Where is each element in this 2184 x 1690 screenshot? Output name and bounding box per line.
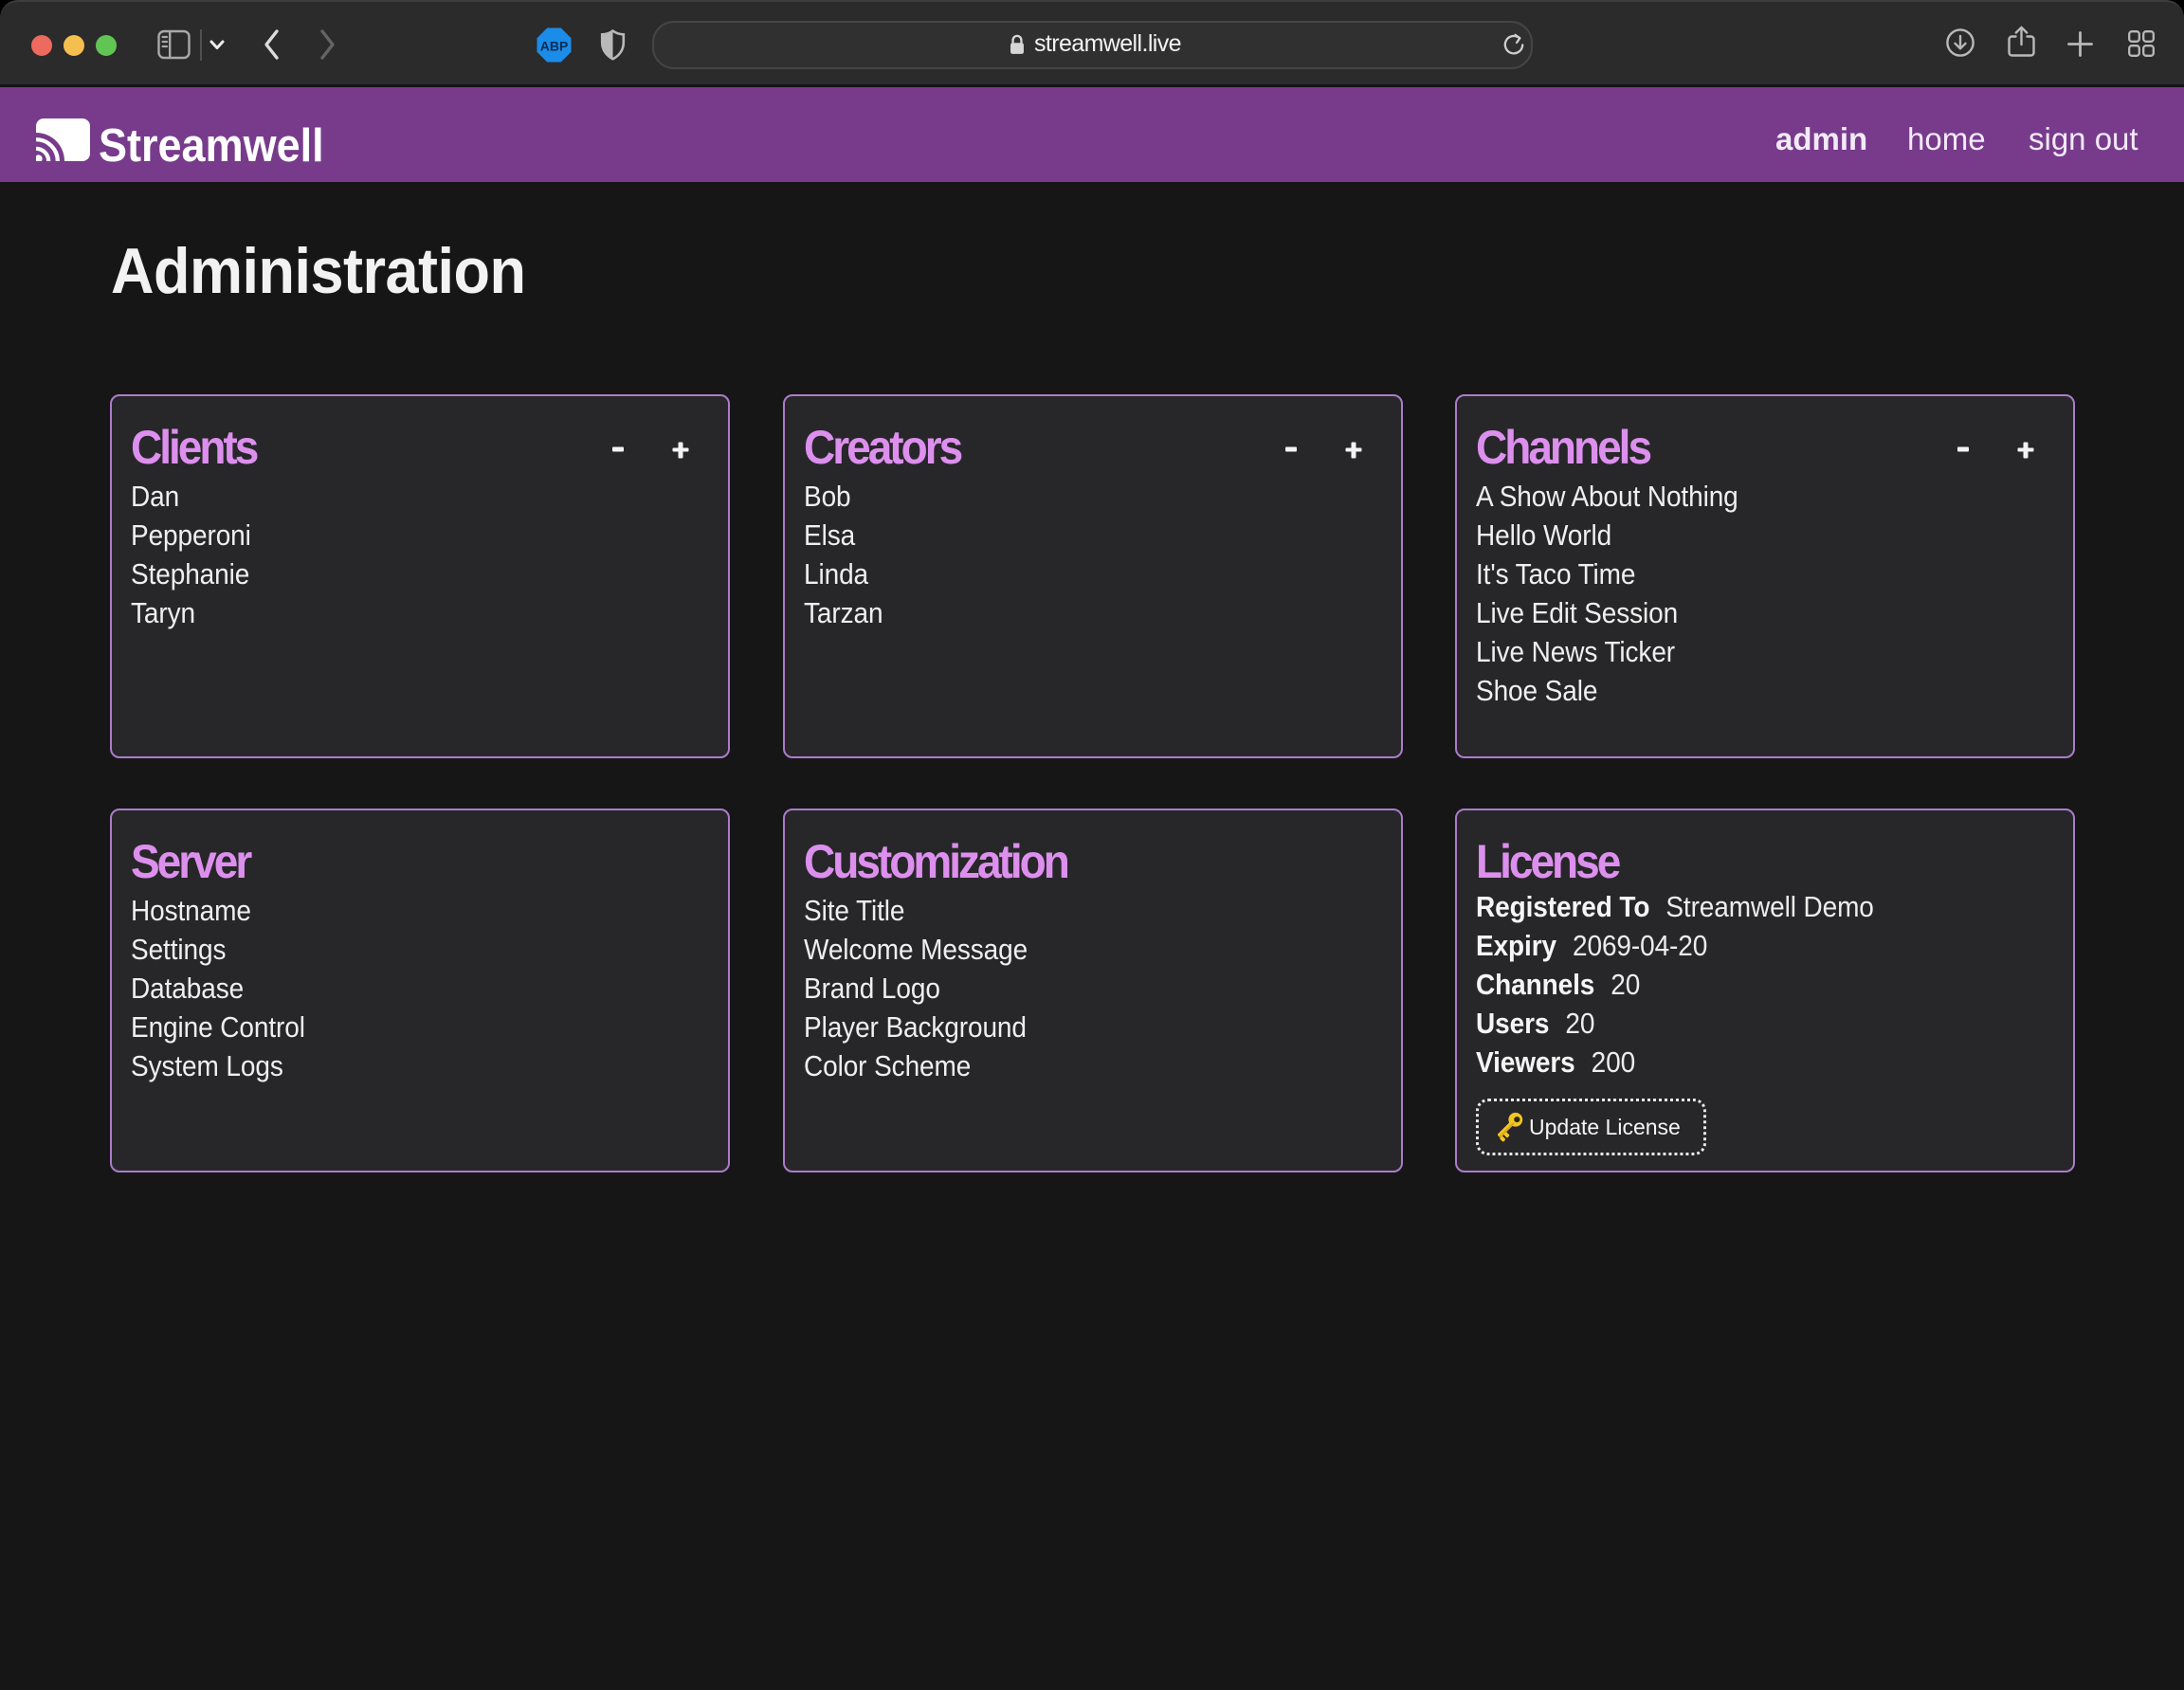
svg-text:ABP: ABP <box>540 39 569 54</box>
